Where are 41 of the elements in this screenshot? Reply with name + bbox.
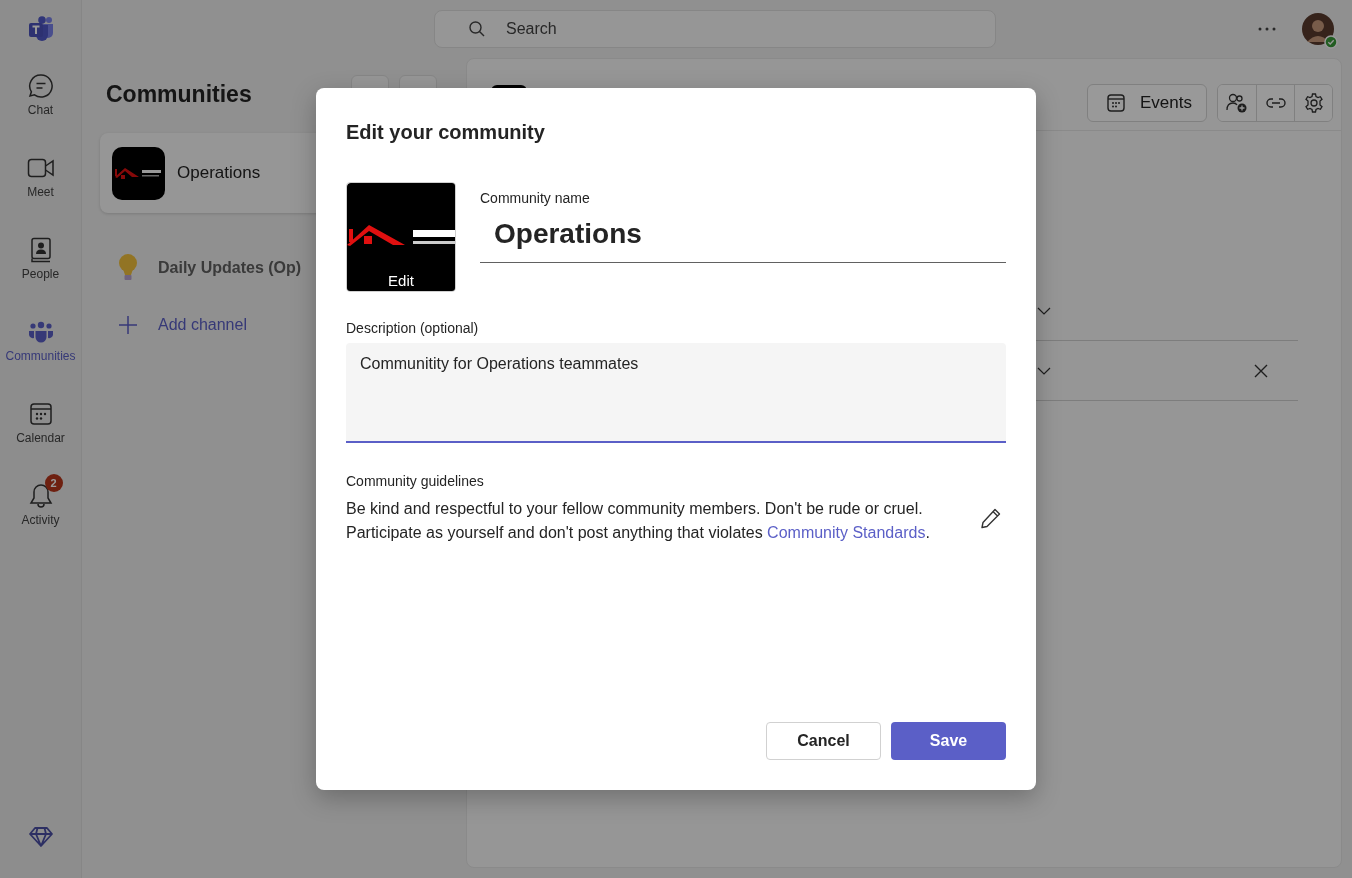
app-logo-icon[interactable] bbox=[27, 15, 54, 41]
edit-image-button[interactable]: Edit bbox=[376, 272, 426, 289]
name-input[interactable]: Operations bbox=[480, 210, 1006, 263]
more-icon[interactable] bbox=[1258, 27, 1276, 31]
panel-title: Communities bbox=[106, 80, 252, 108]
settings-icon[interactable] bbox=[1294, 84, 1332, 121]
field-label: Description (optional) bbox=[346, 320, 480, 336]
people-group-icon bbox=[27, 321, 54, 343]
contact-book-icon bbox=[29, 237, 52, 263]
close-icon[interactable] bbox=[1254, 363, 1268, 378]
community-standards-link[interactable]: Community Standards bbox=[767, 524, 926, 541]
field-label: Community guidelines bbox=[346, 473, 485, 489]
rail-tab[interactable]: 2 Activity bbox=[0, 469, 81, 551]
chevron-down-icon[interactable] bbox=[1037, 306, 1051, 315]
field-label: Community name bbox=[480, 190, 591, 206]
rail-tab[interactable]: People bbox=[0, 223, 81, 305]
description-field[interactable]: Communitity for Operations teammates bbox=[346, 343, 1006, 443]
rail-tab[interactable]: Chat bbox=[0, 59, 81, 141]
bell-icon bbox=[28, 483, 53, 509]
search-field[interactable]: Search bbox=[434, 10, 996, 48]
rail-tab[interactable]: Communities bbox=[0, 305, 81, 387]
status-icon bbox=[1324, 35, 1338, 49]
rail-tab[interactable]: Meet bbox=[0, 141, 81, 223]
avatar[interactable] bbox=[1302, 13, 1334, 45]
rail-tab[interactable]: Calendar bbox=[0, 387, 81, 469]
channel-item[interactable]: Daily Updates (Op) bbox=[158, 259, 302, 277]
events-button[interactable]: Events bbox=[1087, 83, 1207, 122]
diamond-icon[interactable] bbox=[28, 826, 53, 848]
save-button[interactable]: Save bbox=[891, 722, 1006, 760]
calendar-icon bbox=[28, 402, 53, 426]
plus-icon bbox=[118, 315, 138, 335]
chat-bubble-icon bbox=[27, 73, 54, 99]
chevron-down-icon[interactable] bbox=[1037, 366, 1051, 375]
notification-badge: 2 bbox=[44, 474, 63, 492]
calendar-icon bbox=[1106, 92, 1126, 113]
guidelines-text: Be kind and respectful to your fellow community members. Don't be rude or cruel. Participate as yourself and don't post anything that violates Community Standards. bbox=[346, 499, 931, 543]
add-channel-link[interactable]: Add channel bbox=[158, 316, 247, 334]
cancel-button[interactable]: Cancel bbox=[766, 722, 881, 760]
light-bulb-icon bbox=[118, 253, 138, 283]
video-camera-icon bbox=[26, 157, 55, 179]
pencil-icon[interactable] bbox=[980, 507, 1002, 529]
